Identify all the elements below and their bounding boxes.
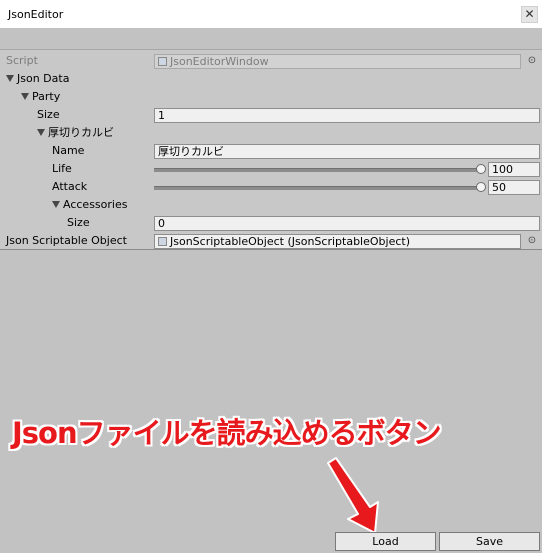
save-button[interactable]: Save: [439, 532, 540, 551]
close-button[interactable]: ✕: [521, 6, 538, 23]
life-row: Life: [52, 160, 72, 178]
accessories-size-field[interactable]: 0: [154, 216, 540, 231]
object-picker-icon[interactable]: ⊙: [527, 236, 537, 246]
attack-label: Attack: [52, 180, 88, 193]
party-label: Party: [32, 90, 61, 103]
party-size-label: Size: [37, 108, 60, 121]
script-icon: [158, 57, 167, 66]
load-button[interactable]: Load: [335, 532, 436, 551]
life-slider-thumb[interactable]: [476, 164, 486, 174]
party-size-field[interactable]: 1: [154, 108, 540, 123]
name-label: Name: [52, 144, 85, 157]
scriptable-label: Json Scriptable Object: [6, 234, 127, 247]
json-data-foldout[interactable]: Json Data: [6, 70, 69, 88]
attack-field[interactable]: 50: [488, 180, 540, 195]
name-row: Name: [52, 142, 84, 160]
inspector-panel: Script JsonEditorWindow ⊙ Json Data Part…: [0, 49, 542, 250]
life-slider-track[interactable]: [154, 168, 482, 172]
close-icon: ✕: [524, 7, 535, 21]
script-field[interactable]: JsonEditorWindow: [154, 54, 521, 69]
foldout-arrow-icon[interactable]: [37, 129, 45, 136]
life-label: Life: [52, 162, 72, 175]
member-label: 厚切りカルビ: [48, 126, 114, 139]
member-foldout[interactable]: 厚切りカルビ: [37, 124, 114, 142]
annotation-arrow-icon: [327, 457, 379, 534]
scriptable-field[interactable]: JsonScriptableObject (JsonScriptableObje…: [154, 234, 521, 249]
name-field[interactable]: 厚切りカルビ: [154, 144, 540, 159]
script-label: Script: [6, 54, 38, 67]
scriptable-row: Json Scriptable Object: [6, 232, 127, 250]
object-picker-icon[interactable]: ⊙: [527, 56, 537, 66]
foldout-arrow-icon[interactable]: [52, 201, 60, 208]
accessories-label: Accessories: [63, 198, 128, 211]
script-value: JsonEditorWindow: [170, 55, 269, 68]
attack-slider-track[interactable]: [154, 186, 482, 190]
accessories-size-row: Size: [67, 214, 90, 232]
annotation-caption: Jsonファイルを読み込めるボタン: [12, 416, 442, 450]
accessories-size-label: Size: [67, 216, 90, 229]
scriptable-value: JsonScriptableObject (JsonScriptableObje…: [170, 235, 410, 248]
script-row: Script: [6, 52, 38, 70]
attack-row: Attack: [52, 178, 87, 196]
scriptable-object-icon: [158, 237, 167, 246]
attack-slider-thumb[interactable]: [476, 182, 486, 192]
life-field[interactable]: 100: [488, 162, 540, 177]
accessories-foldout[interactable]: Accessories: [52, 196, 127, 214]
window-title: JsonEditor: [8, 8, 64, 21]
party-foldout[interactable]: Party: [21, 88, 60, 106]
foldout-arrow-icon[interactable]: [21, 93, 29, 100]
title-bar: JsonEditor ✕: [0, 0, 542, 28]
party-size-row: Size: [37, 106, 60, 124]
json-data-label: Json Data: [17, 72, 70, 85]
foldout-arrow-icon[interactable]: [6, 75, 14, 82]
